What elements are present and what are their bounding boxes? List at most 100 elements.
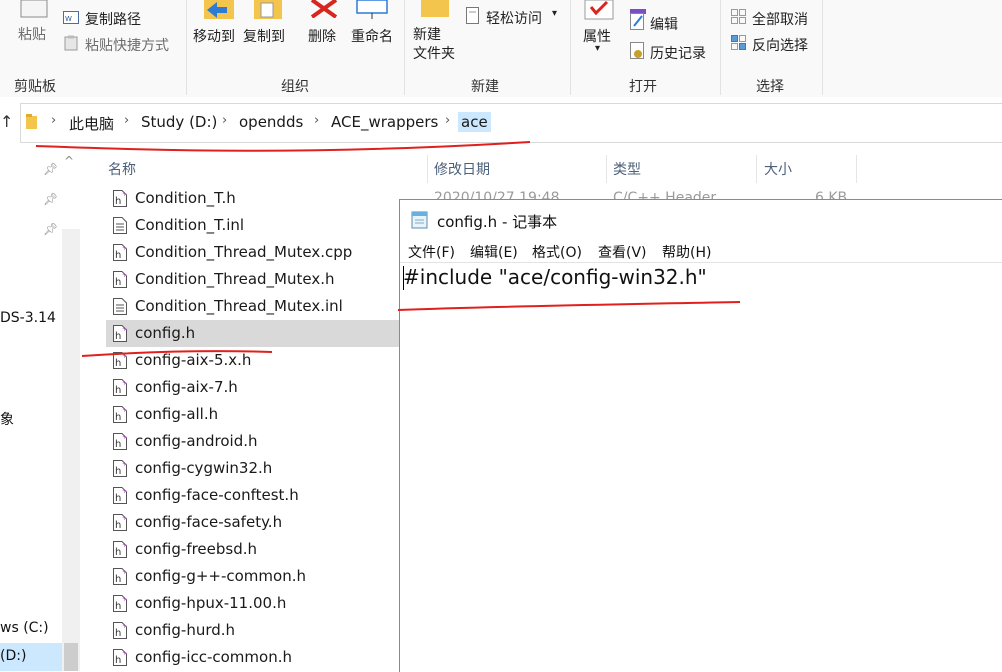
column-header-type[interactable]: 类型 <box>613 159 641 187</box>
svg-text:W: W <box>65 15 72 23</box>
column-divider[interactable] <box>856 155 857 183</box>
nav-scrollbar[interactable] <box>62 229 80 671</box>
menu-file[interactable]: 文件(F) <box>408 242 455 262</box>
chevron-down-icon[interactable]: ▾ <box>595 43 600 54</box>
text-caret <box>403 266 404 290</box>
nav-item[interactable]: DS-3.14 <box>0 310 56 326</box>
invert-selection-button[interactable]: 反向选择 <box>752 35 808 55</box>
properties-icon[interactable] <box>584 0 614 24</box>
paste-shortcut-button[interactable]: 粘贴快捷方式 <box>85 35 169 55</box>
file-name: Condition_T.inl <box>135 216 245 234</box>
column-header-date[interactable]: 修改日期 <box>434 159 490 187</box>
file-row[interactable]: h + config-all.h <box>106 401 401 428</box>
file-name: config-hurd.h <box>135 621 236 639</box>
column-header-name[interactable]: 名称 <box>108 159 136 187</box>
svg-text:+: + <box>122 488 127 495</box>
file-row[interactable]: Condition_T.inl <box>106 212 401 239</box>
delete-icon[interactable] <box>310 0 338 22</box>
svg-text:h: h <box>115 655 121 666</box>
delete-button[interactable]: 删除 <box>308 26 336 46</box>
file-row[interactable]: h + Condition_Thread_Mutex.cpp <box>106 239 401 266</box>
nav-scrollbar-thumb[interactable] <box>64 643 78 671</box>
file-row[interactable]: Condition_Thread_Mutex.inl <box>106 293 401 320</box>
menu-edit[interactable]: 编辑(E) <box>470 242 518 262</box>
file-name: config-android.h <box>135 432 258 450</box>
svg-text:h: h <box>115 358 121 369</box>
chevron-right-icon[interactable]: › <box>124 113 129 128</box>
menu-view[interactable]: 查看(V) <box>598 242 647 262</box>
menu-help[interactable]: 帮助(H) <box>662 242 711 262</box>
file-row[interactable]: h + Condition_Thread_Mutex.h <box>106 266 401 293</box>
move-to-button[interactable]: 移动到 <box>193 26 235 46</box>
group-divider <box>570 0 571 95</box>
cpp-file-icon: h + <box>113 271 128 292</box>
column-divider[interactable] <box>606 155 607 183</box>
notepad-editor[interactable] <box>400 262 1002 672</box>
new-folder-icon[interactable] <box>420 0 450 22</box>
chevron-right-icon[interactable]: › <box>445 113 450 128</box>
move-to-icon[interactable] <box>203 0 237 24</box>
file-row[interactable]: h + config-android.h <box>106 428 401 455</box>
file-row[interactable]: h + config-cygwin32.h <box>106 455 401 482</box>
cpp-file-icon: h + <box>113 649 128 670</box>
svg-text:+: + <box>122 272 127 279</box>
select-group-label: 选择 <box>756 79 784 95</box>
column-divider[interactable] <box>427 155 428 183</box>
up-arrow-icon[interactable]: ↑ <box>0 112 13 131</box>
cpp-file-icon: h + <box>113 433 128 454</box>
breadcrumb-ace[interactable]: ace <box>458 112 491 132</box>
clipboard-group-label: 剪贴板 <box>14 79 56 95</box>
file-row[interactable]: h + config-face-safety.h <box>106 509 401 536</box>
chevron-right-icon[interactable]: › <box>314 113 319 128</box>
breadcrumb-this-pc[interactable]: 此电脑 <box>69 113 114 134</box>
edit-button[interactable]: 编辑 <box>650 14 678 34</box>
pin-icon[interactable]: 📌︎ <box>43 192 58 206</box>
file-row[interactable]: h + config-hpux-11.00.h <box>106 590 401 617</box>
breadcrumb-ace-wrappers[interactable]: ACE_wrappers <box>331 113 438 131</box>
nav-item-d-drive[interactable]: (D:) <box>0 648 26 664</box>
file-row[interactable]: h + config-aix-7.h <box>106 374 401 401</box>
chevron-down-icon[interactable]: ▾ <box>552 8 557 19</box>
menu-format[interactable]: 格式(O) <box>532 242 582 262</box>
svg-text:h: h <box>115 547 121 558</box>
file-row[interactable]: h + config-face-conftest.h <box>106 482 401 509</box>
copy-to-icon[interactable] <box>253 0 285 24</box>
file-row[interactable]: h + config-icc-common.h <box>106 644 401 671</box>
file-row[interactable]: h + Condition_T.h <box>106 185 401 212</box>
file-name: config-g++-common.h <box>135 567 306 585</box>
copy-path-button[interactable]: 复制路径 <box>85 9 141 29</box>
svg-text:h: h <box>115 385 121 396</box>
paste-icon[interactable] <box>20 0 48 22</box>
file-row[interactable]: h + config-g++-common.h <box>106 563 401 590</box>
svg-text:+: + <box>122 245 127 252</box>
column-header-size[interactable]: 大小 <box>764 159 792 187</box>
file-row[interactable]: h + config-freebsd.h <box>106 536 401 563</box>
rename-button[interactable]: 重命名 <box>351 26 393 46</box>
cpp-file-icon: h + <box>113 568 128 589</box>
chevron-right-icon[interactable]: › <box>51 113 56 128</box>
select-none-button[interactable]: 全部取消 <box>752 9 808 29</box>
pin-icon[interactable]: 📌︎ <box>43 222 58 236</box>
paste-button[interactable]: 粘贴 <box>18 24 46 44</box>
easy-access-button[interactable]: 轻松访问 <box>486 8 542 28</box>
file-row[interactable]: h + config-aix-5.x.h <box>106 347 401 374</box>
file-row[interactable]: h + config.h <box>106 320 401 347</box>
chevron-right-icon[interactable]: › <box>222 113 227 128</box>
copy-to-button[interactable]: 复制到 <box>243 26 285 46</box>
notepad-content[interactable]: #include "ace/config-win32.h" <box>403 265 707 289</box>
notepad-icon <box>411 211 429 233</box>
column-divider[interactable] <box>756 155 757 183</box>
breadcrumb-opendds[interactable]: opendds <box>239 113 303 131</box>
select-none-icon <box>731 9 747 29</box>
history-button[interactable]: 历史记录 <box>650 43 706 63</box>
rename-icon[interactable] <box>355 0 393 24</box>
scroll-up-arrow-icon[interactable]: ^ <box>64 154 74 168</box>
nav-item[interactable]: ws (C:) <box>0 620 49 636</box>
file-row[interactable]: h + config-hurd.h <box>106 617 401 644</box>
nav-item[interactable]: 象 <box>0 409 14 429</box>
new-folder-button[interactable]: 新建 文件夹 <box>413 26 455 64</box>
breadcrumb-study-drive[interactable]: Study (D:) <box>141 113 217 131</box>
svg-text:+: + <box>122 515 127 522</box>
cpp-file-icon: h + <box>113 460 128 481</box>
pin-icon[interactable]: 📌︎ <box>43 162 58 176</box>
